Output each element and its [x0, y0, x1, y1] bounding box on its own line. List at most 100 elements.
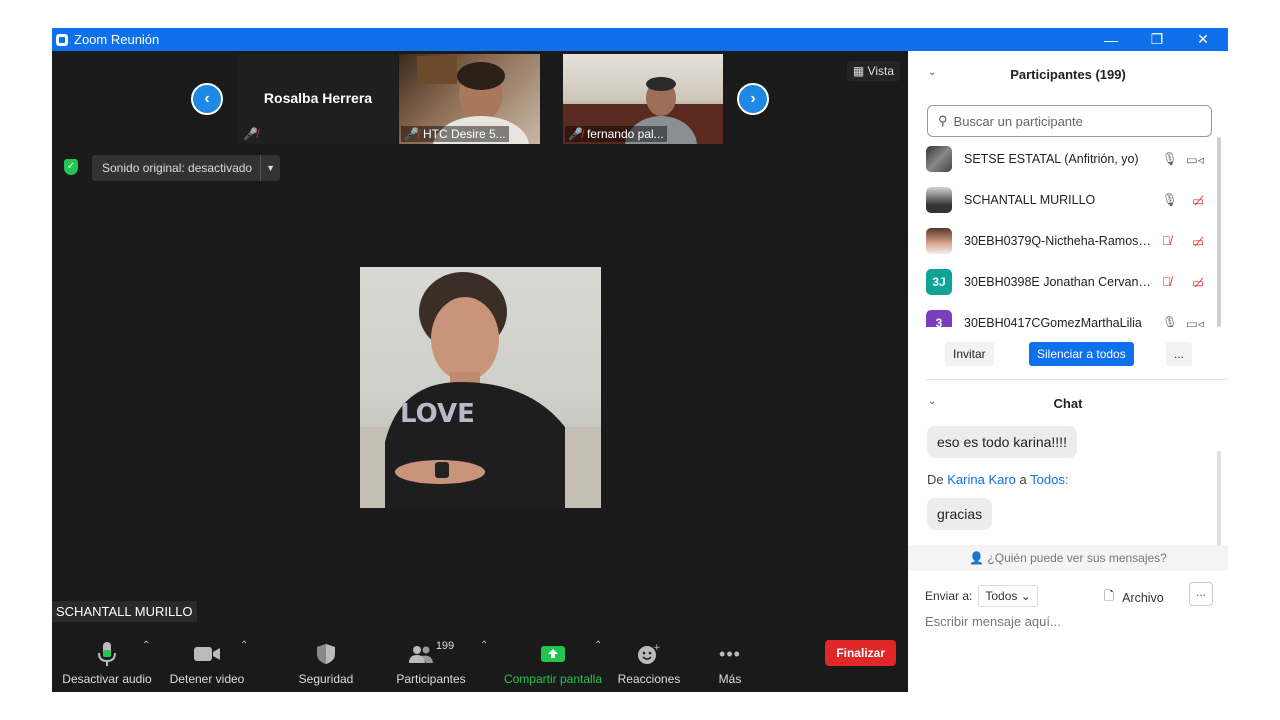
recipient-name: Todos: [1030, 472, 1069, 487]
send-to-value: Todos [985, 589, 1018, 603]
chat-sender-line: De Karina Karo a Todos: [927, 472, 1068, 487]
participants-button[interactable]: 199 Participantes [392, 639, 470, 686]
participant-name: SCHANTALL MURILLO [964, 193, 1096, 207]
mic-muted-icon: 🎤̸ [243, 127, 258, 141]
more-dots-icon: ••• [719, 643, 741, 664]
participant-row[interactable]: 3J 30EBH0398E Jonathan Cervantes 🎙̸ ▭̸ [926, 267, 1208, 297]
restore-button[interactable]: ❐ [1134, 28, 1180, 51]
video-off-icon[interactable]: ▭̸ [1192, 234, 1204, 249]
speaker-video-image: LOVE [360, 272, 601, 508]
mute-button[interactable]: Desactivar audio [62, 639, 152, 686]
tile-label: 🎤̸ fernando pal... [565, 126, 667, 142]
chat-title: Chat [1053, 396, 1083, 411]
participant-row[interactable]: SETSE ESTATAL (Anfitrión, yo) 🎙 ▭◃ [926, 144, 1208, 174]
tile-name-large: Rosalba Herrera [263, 90, 373, 106]
dropdown-caret-icon[interactable]: ▼ [260, 155, 280, 181]
view-button[interactable]: ▦ Vista [846, 61, 900, 81]
who-can-see-messages[interactable]: 👤 ¿Quién puede ver sus mensajes? [908, 545, 1228, 571]
close-icon: ✕ [1197, 31, 1209, 47]
microphone-icon [62, 639, 152, 669]
divider [926, 379, 1228, 380]
participant-row-clip: 3 30EBH0417CGomezMarthaLilia 🎙 ▭◃ [908, 307, 1228, 327]
mic-muted-icon: 🎤̸ [404, 127, 419, 141]
close-button[interactable]: ✕ [1180, 28, 1226, 51]
meeting-area: ‹ Rosalba Herrera 🎤̸ 🎤̸ HTC Desire 5... 🎤… [52, 51, 908, 692]
reactions-label: Reacciones [617, 672, 681, 686]
share-options-caret-icon[interactable]: ⌃ [594, 640, 602, 651]
video-camera-icon[interactable]: ▭◃ [1186, 152, 1204, 167]
file-icon: 🗋 [1104, 589, 1115, 603]
stop-video-button[interactable]: Detener video [168, 639, 246, 686]
avatar [926, 187, 952, 213]
microphone-icon[interactable]: 🎙 [1162, 193, 1178, 208]
title-bar: Zoom Reunión — ❐ ✕ [52, 28, 1228, 51]
send-to-label: Enviar a: [925, 589, 973, 603]
minimize-button[interactable]: — [1088, 28, 1134, 51]
reactions-button[interactable]: + Reacciones [616, 639, 682, 686]
security-button[interactable]: Seguridad [292, 639, 360, 686]
side-panel: ⌄ Participantes (199) ⚲ Buscar un partic… [908, 51, 1228, 692]
video-tile[interactable]: Rosalba Herrera 🎤̸ [238, 54, 398, 144]
participants-label: Participantes [396, 672, 466, 686]
meeting-toolbar: Desactivar audio ⌃ Detener video ⌃ Segur… [52, 622, 908, 692]
chevron-down-icon: ⌄ [1020, 589, 1031, 603]
video-options-caret-icon[interactable]: ⌃ [240, 640, 248, 651]
audio-options-caret-icon[interactable]: ⌃ [142, 640, 150, 651]
restore-icon: ❐ [1150, 31, 1164, 47]
more-label: Más [718, 672, 742, 686]
chat-more-button[interactable]: ... [1189, 582, 1213, 606]
security-shield-icon [292, 639, 360, 669]
active-speaker-name: SCHANTALL MURILLO [52, 601, 197, 622]
window-title: Zoom Reunión [74, 32, 160, 47]
next-page-button[interactable]: › [737, 83, 769, 115]
participant-row[interactable]: 3 30EBH0417CGomezMarthaLilia 🎙 ▭◃ [926, 308, 1208, 327]
participant-row[interactable]: SCHANTALL MURILLO 🎙 ▭̸ [926, 185, 1208, 215]
mic-muted-icon[interactable]: 🎙̸ [1162, 275, 1171, 290]
svg-text:+: + [653, 643, 661, 653]
file-label: Archivo [1122, 590, 1164, 605]
send-to-row: Enviar a: Todos ⌄ [925, 585, 1038, 607]
video-off-icon[interactable]: ▭̸ [1192, 275, 1204, 290]
previous-page-button[interactable]: ‹ [191, 83, 223, 115]
original-sound-button[interactable]: Sonido original: desactivado ▼ [92, 155, 281, 181]
video-tile[interactable]: 🎤̸ HTC Desire 5... [399, 54, 540, 144]
active-speaker-video: LOVE [360, 267, 601, 508]
mute-all-button[interactable]: Silenciar a todos [1029, 342, 1134, 366]
chat-message: gracias [927, 498, 993, 530]
tile-name: HTC Desire 5... [422, 127, 506, 141]
participants-options-caret-icon[interactable]: ⌃ [480, 640, 488, 651]
microphone-icon[interactable]: 🎙 [1162, 316, 1178, 328]
sender-name[interactable]: Karina Karo [947, 472, 1016, 487]
participants-scrollbar[interactable] [1217, 137, 1221, 327]
video-camera-icon[interactable]: ▭◃ [1186, 316, 1204, 328]
video-off-icon[interactable]: ▭̸ [1192, 193, 1204, 208]
more-button[interactable]: ••• Más [712, 639, 748, 687]
zoom-window: Zoom Reunión — ❐ ✕ ‹ Rosalba Herrera 🎤̸ … [52, 28, 1228, 692]
chat-message-input[interactable]: Escribir mensaje aquí... [925, 614, 1061, 629]
end-meeting-button[interactable]: Finalizar [825, 640, 896, 666]
avatar [926, 228, 952, 254]
microphone-icon[interactable]: 🎙 [1162, 152, 1178, 167]
search-placeholder: Buscar un participante [953, 113, 1083, 129]
mic-muted-icon[interactable]: 🎙̸ [1162, 234, 1171, 249]
tile-label: 🎤̸ [240, 126, 261, 142]
avatar: 3 [926, 310, 952, 327]
search-icon: ⚲ [938, 113, 948, 128]
send-to-dropdown[interactable]: Todos ⌄ [978, 585, 1038, 607]
participant-name: 30EBH0398E Jonathan Cervantes [964, 275, 1152, 289]
participants-title: Participantes (199) [1010, 67, 1126, 82]
chat-message: eso es todo karina!!!! [927, 426, 1077, 458]
share-screen-button[interactable]: Compartir pantalla [502, 639, 604, 686]
file-button[interactable]: 🗋 Archivo [1104, 587, 1164, 608]
participants-more-button[interactable]: ... [1166, 342, 1193, 366]
tile-name: fernando pal... [586, 127, 664, 141]
video-tile[interactable]: 🎤̸ fernando pal... [563, 54, 723, 144]
participant-search-input[interactable]: ⚲ Buscar un participante [927, 105, 1212, 137]
encryption-shield-icon[interactable]: ✓ [64, 159, 78, 175]
security-label: Seguridad [298, 672, 354, 686]
who-can-see-label: ¿Quién puede ver sus mensajes? [987, 551, 1167, 565]
participant-row[interactable]: 30EBH0379Q-Nictheha-Ramos ... 🎙̸ ▭̸ [926, 226, 1208, 256]
participant-name: 30EBH0379Q-Nictheha-Ramos ... [964, 234, 1152, 248]
svg-text:LOVE: LOVE [400, 399, 475, 429]
invite-button[interactable]: Invitar [945, 342, 994, 366]
